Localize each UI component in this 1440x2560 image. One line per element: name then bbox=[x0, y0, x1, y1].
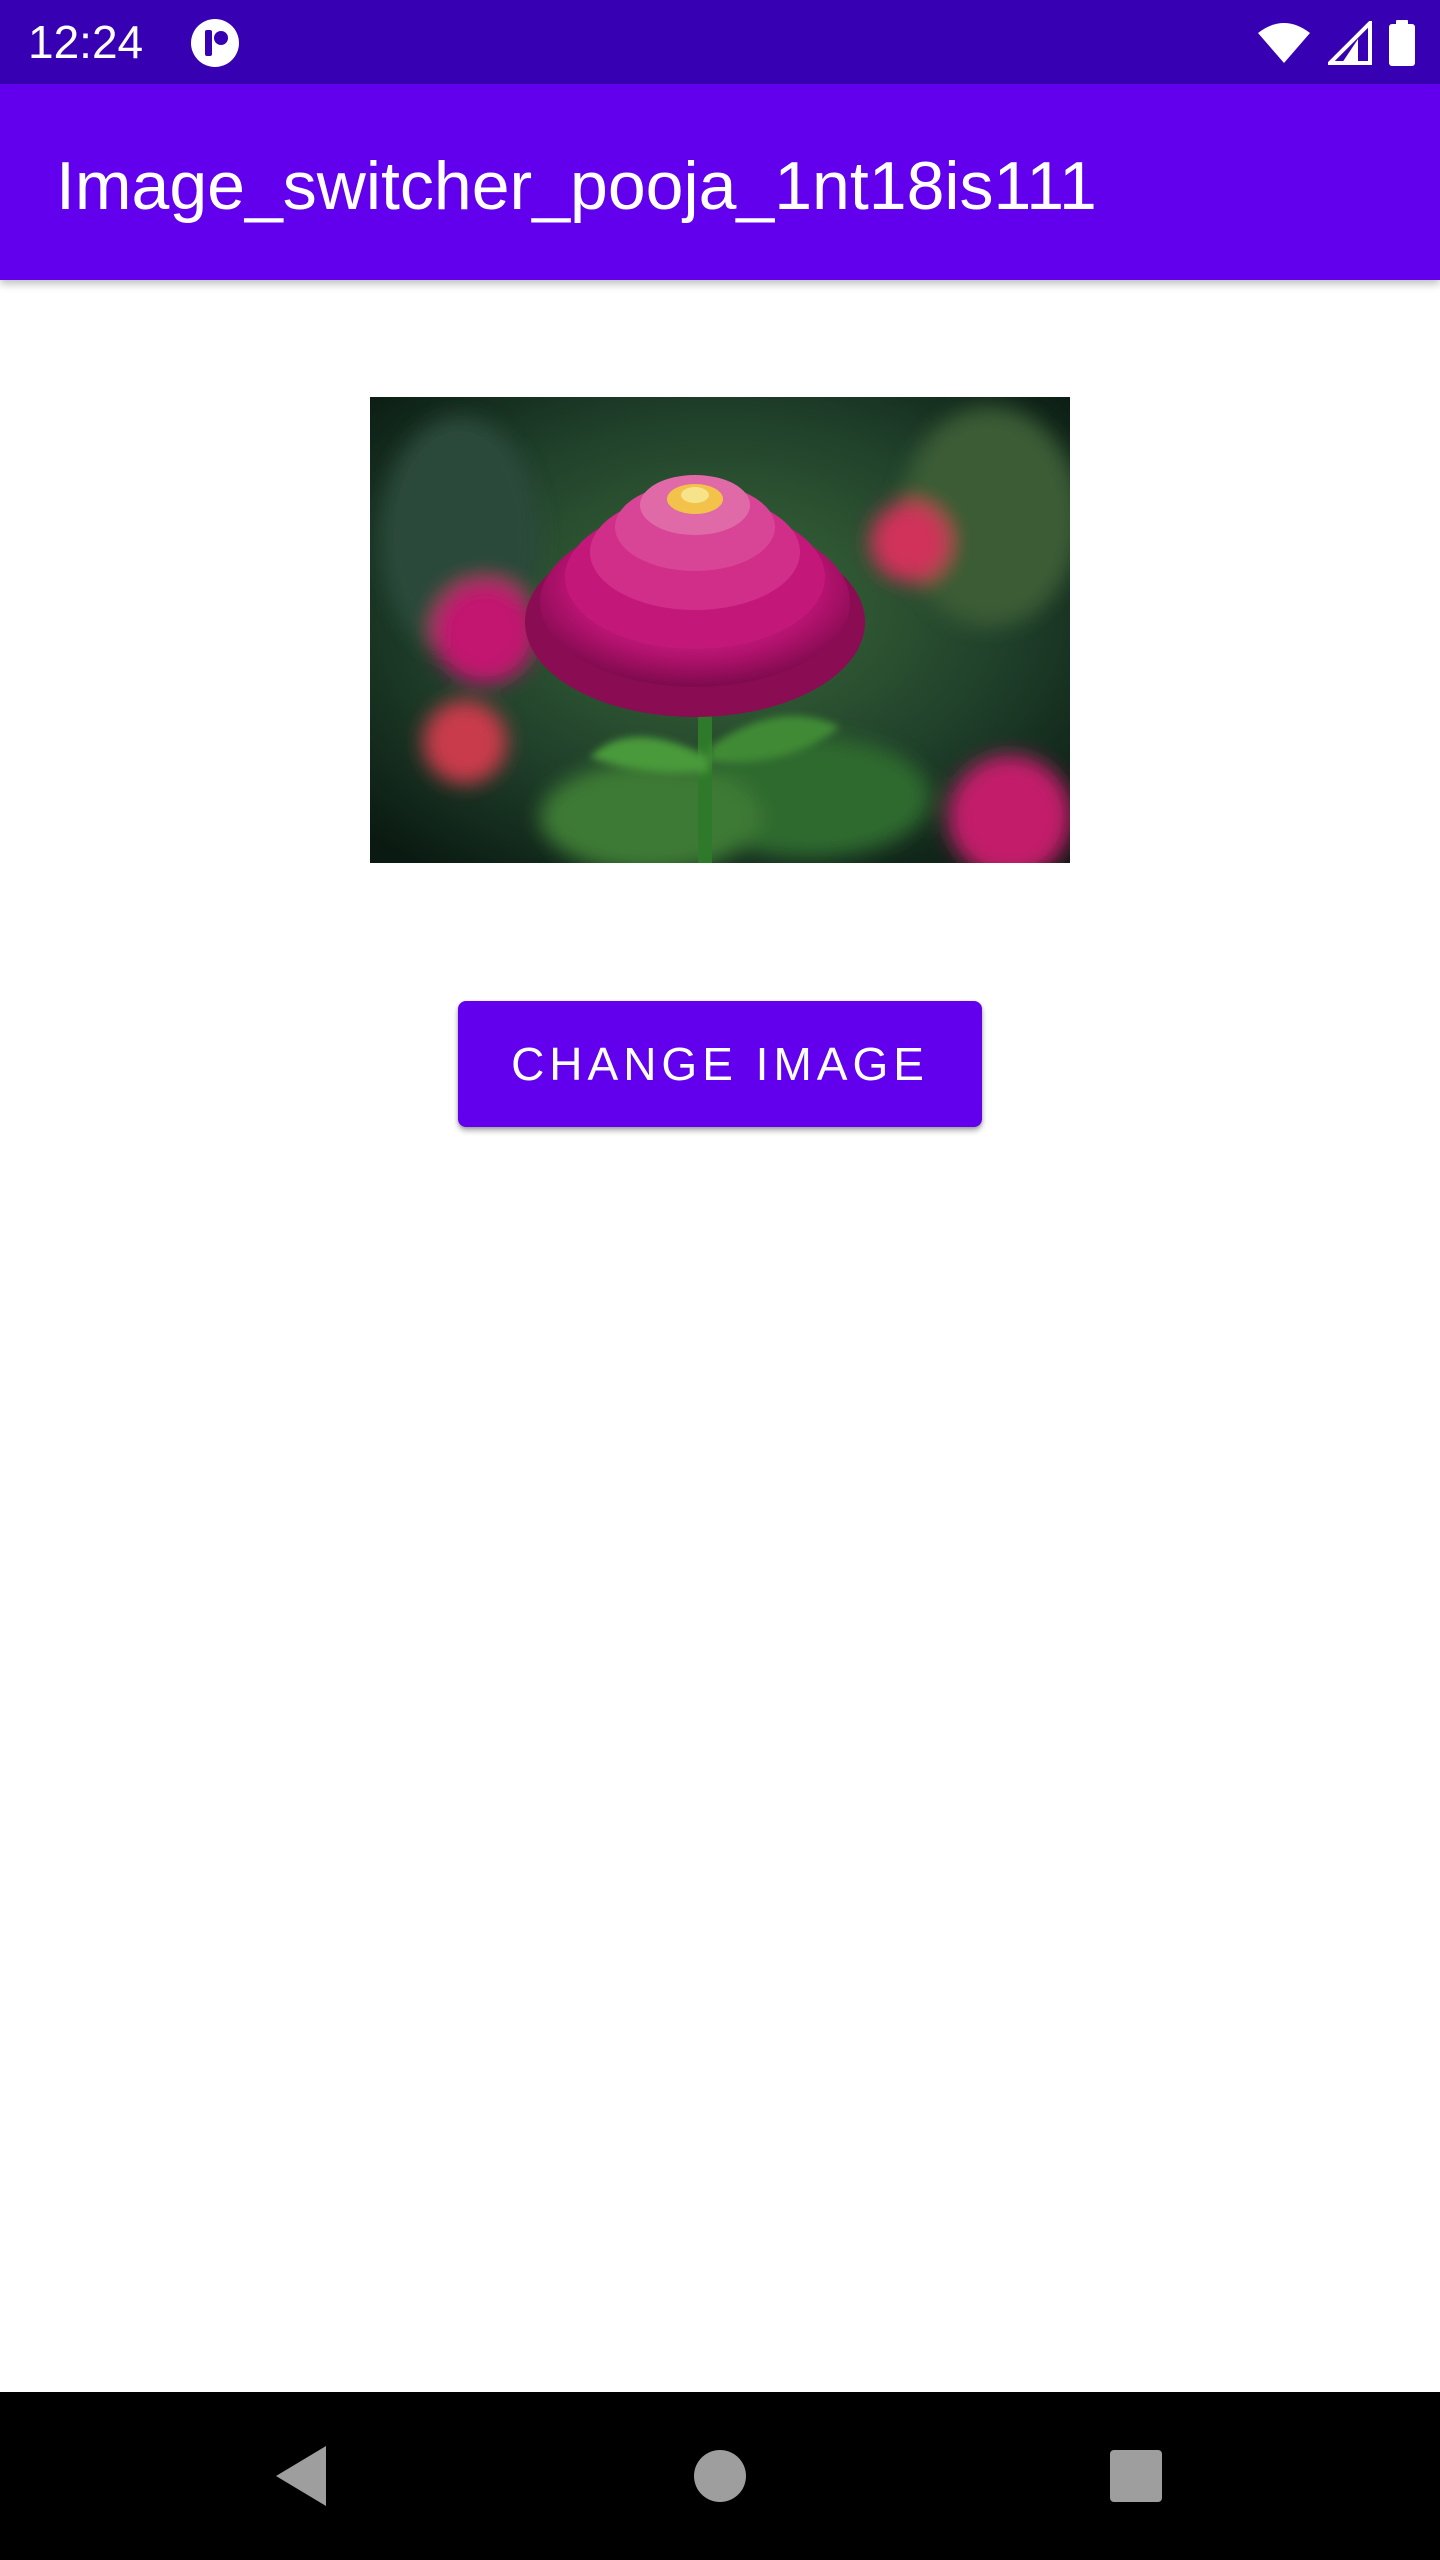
app-notification-icon bbox=[191, 19, 239, 67]
recents-icon[interactable] bbox=[1096, 2436, 1176, 2516]
change-image-button[interactable]: CHANGE IMAGE bbox=[458, 1001, 982, 1127]
status-time: 12:24 bbox=[28, 16, 144, 68]
status-icons bbox=[1256, 18, 1416, 68]
navigation-bar bbox=[0, 2392, 1440, 2560]
home-icon[interactable] bbox=[680, 2436, 760, 2516]
app-title: Image_switcher_pooja_1nt18is111 bbox=[56, 148, 1097, 224]
flower-image-graphic bbox=[370, 397, 1070, 863]
back-icon[interactable] bbox=[262, 2436, 342, 2516]
app-bar: Image_switcher_pooja_1nt18is111 bbox=[0, 84, 1440, 280]
cellular-signal-icon bbox=[1328, 21, 1372, 65]
status-bar: 12:24 bbox=[0, 0, 1440, 84]
flower-image bbox=[370, 397, 1070, 863]
wifi-icon bbox=[1258, 23, 1310, 63]
battery-icon bbox=[1389, 20, 1415, 66]
